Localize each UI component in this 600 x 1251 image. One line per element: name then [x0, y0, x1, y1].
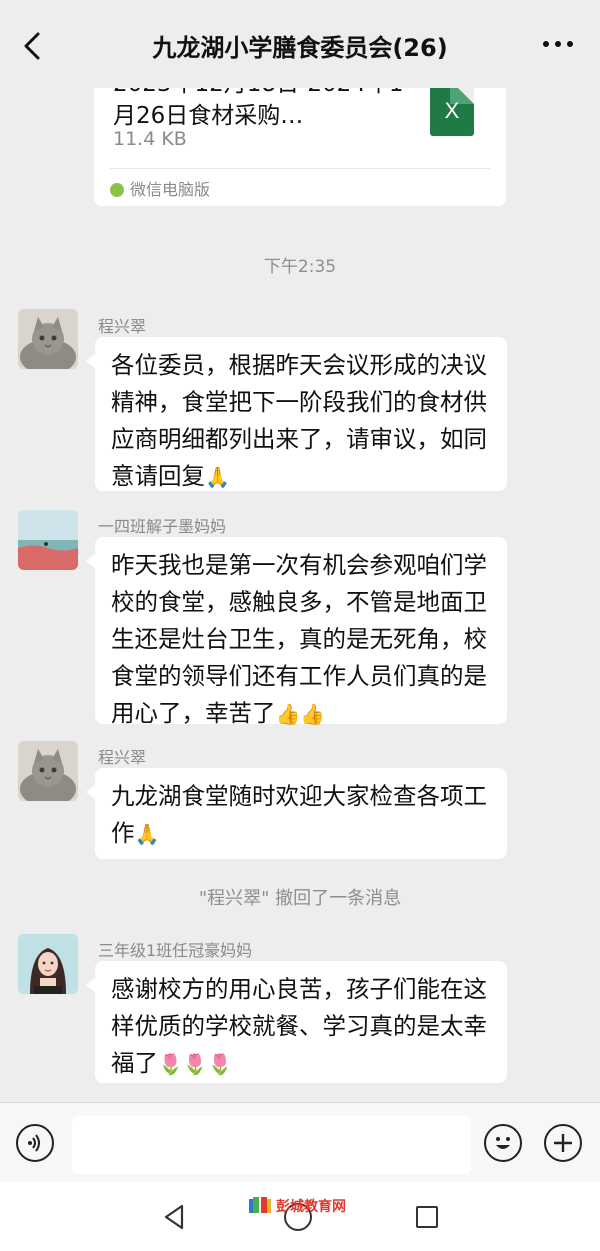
avatar-girl[interactable] [18, 934, 78, 994]
nav-back-button[interactable] [160, 1202, 188, 1236]
plus-icon [554, 1134, 572, 1152]
plus-button[interactable] [544, 1124, 582, 1162]
watermark: 彭城教育网 [248, 1196, 346, 1216]
divider [110, 168, 490, 169]
avatar-cat[interactable] [18, 741, 78, 801]
header-bar: 九龙湖小学膳食委员会(26) [0, 0, 600, 88]
sender-name: 程兴翠 [98, 317, 147, 336]
message-text: 九龙湖食堂随时欢迎大家检查各项工作 [111, 782, 487, 847]
chat-area[interactable]: 2023年12月18日-2024年1月26日食材采购… 11.4 KB X 微信… [0, 0, 600, 1102]
wechat-pc-icon [110, 183, 124, 197]
triangle-back-icon [164, 1204, 184, 1230]
message-bubble[interactable]: 感谢校方的用心良苦，孩子们能在这样优质的学校就餐、学习真的是太幸福了🌷🌷🌷 [86, 961, 507, 1083]
voice-button[interactable] [16, 1124, 54, 1162]
message-bubble[interactable]: 九龙湖食堂随时欢迎大家检查各项工作🙏 [86, 768, 507, 859]
timestamp: 下午2:35 [263, 257, 337, 277]
message-input[interactable] [72, 1116, 471, 1174]
thumbs-up-emoji: 👍👍 [275, 702, 326, 726]
file-source: 微信电脑版 [110, 176, 210, 200]
pray-emoji: 🙏 [134, 822, 160, 846]
book-logo-icon [249, 1197, 271, 1213]
excel-file-icon: X [430, 80, 474, 136]
voice-icon [28, 1134, 40, 1152]
sender-name: 三年级1班任冠豪妈妈 [98, 941, 253, 960]
smiley-icon [496, 1137, 510, 1149]
message-text: 各位委员，根据昨天会议形成的决议精神，食堂把下一阶段我们的食材供应商明细都列出来… [111, 351, 487, 490]
pray-emoji: 🙏 [205, 465, 230, 489]
more-button[interactable] [540, 32, 580, 56]
more-dots-icon [543, 41, 573, 47]
recall-notice: "程兴翠" 撤回了一条消息 [198, 888, 402, 909]
system-nav-bar [0, 1182, 600, 1251]
input-bar [0, 1102, 600, 1183]
avatar-beach[interactable] [18, 510, 78, 570]
message-bubble[interactable]: 各位委员，根据昨天会议形成的决议精神，食堂把下一阶段我们的食材供应商明细都列出来… [86, 337, 507, 491]
sender-name: 程兴翠 [98, 748, 147, 767]
message-text: 昨天我也是第一次有机会参观咱们学校的食堂，感触良多，不管是地面卫生还是灶台卫生，… [111, 551, 487, 727]
tulip-emoji: 🌷🌷🌷 [158, 1052, 233, 1076]
file-size: 11.4 KB [113, 128, 187, 150]
emoji-button[interactable] [484, 1124, 522, 1162]
chat-title: 九龙湖小学膳食委员会(26) [152, 34, 448, 62]
nav-recents-button[interactable] [416, 1206, 438, 1228]
sender-name: 一四班解子墨妈妈 [98, 517, 227, 536]
message-bubble[interactable]: 昨天我也是第一次有机会参观咱们学校的食堂，感触良多，不管是地面卫生还是灶台卫生，… [86, 537, 507, 727]
avatar-cat[interactable] [18, 309, 78, 369]
